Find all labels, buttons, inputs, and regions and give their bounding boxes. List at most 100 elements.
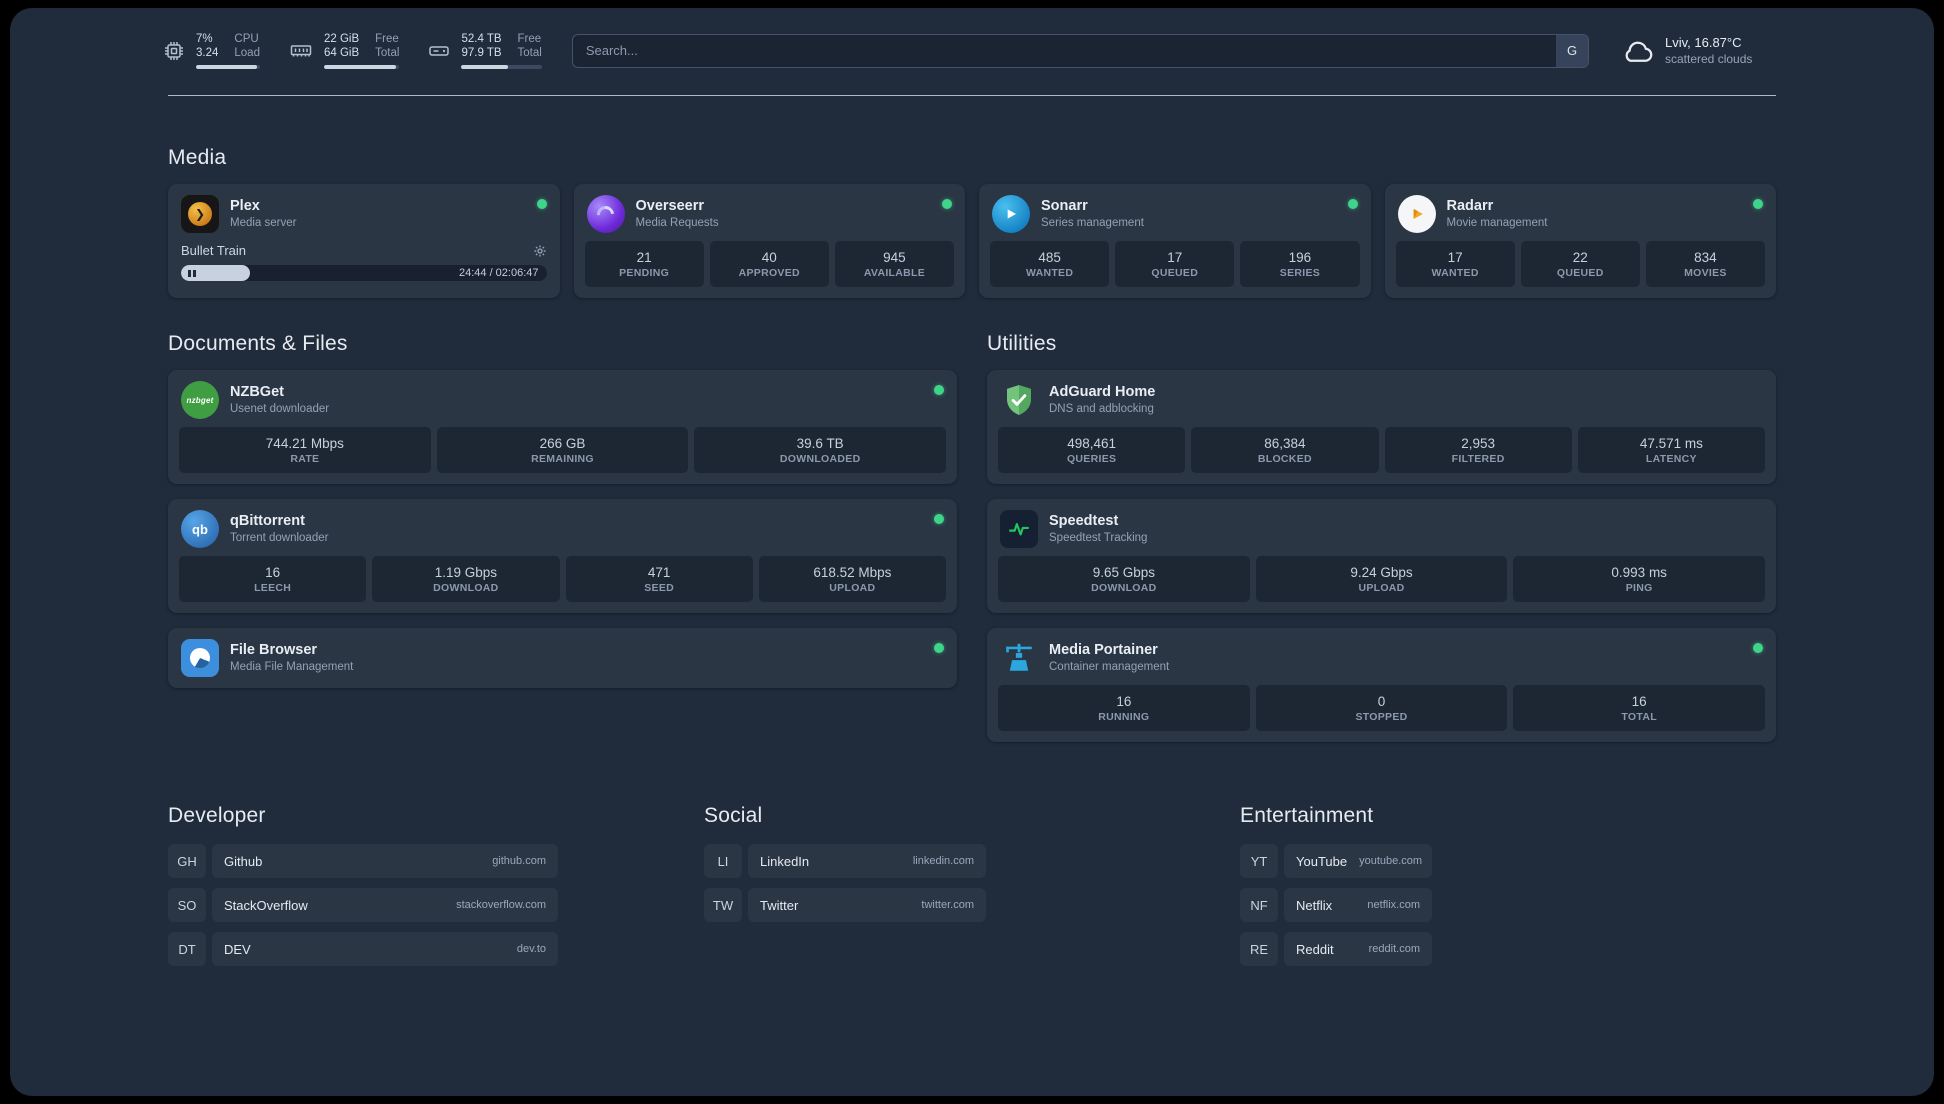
qbittorrent-icon: qb (181, 510, 219, 548)
stat-value: 485 (1038, 249, 1061, 265)
bookmark-youtube[interactable]: YT YouTube youtube.com (1240, 844, 1432, 878)
service-name: Sonarr (1041, 198, 1088, 214)
stat-label: RUNNING (1098, 710, 1150, 723)
search-bar: G (571, 33, 1589, 68)
cpu-chip-icon (165, 41, 183, 60)
speedtest-pulse-icon (1000, 510, 1038, 548)
disk-icon (429, 45, 450, 56)
metric-value: 3.24 (196, 47, 219, 59)
bookmark-abbr: DT (168, 932, 206, 966)
bookmark-stackoverflow[interactable]: SO StackOverflow stackoverflow.com (168, 888, 558, 922)
service-name: qBittorrent (230, 513, 305, 529)
stat-value: 47.571 ms (1639, 435, 1703, 451)
bookmark-domain: stackoverflow.com (456, 899, 546, 911)
stat-box: 16 TOTAL (1513, 685, 1766, 731)
stat-label: RATE (290, 452, 320, 465)
search-input[interactable] (571, 33, 1589, 68)
stat-value: 16 (265, 564, 281, 580)
radarr-icon (1397, 195, 1436, 233)
weather-condition: scattered clouds (1665, 51, 1753, 66)
weather-location: Lviv, 16.87°C (1665, 34, 1742, 50)
service-name: Speedtest (1049, 513, 1119, 529)
service-card-nzbget: nzbget NZBGet Usenet downloader 744.21 M… (168, 370, 957, 484)
service-card-speedtest: Speedtest Speedtest Tracking 9.65 Gbps D… (987, 499, 1776, 613)
bookmarks-grid: Developer GH Github github.com SO StackO… (168, 804, 1776, 966)
disk-usage-bar (461, 65, 542, 69)
stat-box: 266 GB REMAINING (436, 427, 689, 473)
stat-box: 9.65 Gbps DOWNLOAD (998, 556, 1250, 602)
bookmark-domain: reddit.com (1368, 943, 1420, 955)
portainer-header[interactable]: Media Portainer Container management (987, 628, 1776, 685)
settings-gear-icon[interactable] (533, 244, 547, 258)
stat-value: 17 (1167, 249, 1183, 265)
sonarr-icon (992, 195, 1030, 233)
section-developer: Developer GH Github github.com SO StackO… (168, 804, 704, 966)
bookmark-linkedin[interactable]: LI LinkedIn linkedin.com (704, 844, 986, 878)
top-bar: 7% 3.24 CPU Load 22 GiB 64 GiB Free Tota… (10, 8, 1934, 69)
metric-label: Free (517, 33, 542, 45)
metric-value: 64 GiB (323, 47, 360, 59)
bookmark-twitter[interactable]: TW Twitter twitter.com (704, 888, 986, 922)
metric-value: 22 GiB (323, 33, 360, 45)
service-description: Container management (1049, 661, 1170, 673)
qbittorrent-header[interactable]: qb qBittorrent Torrent downloader (168, 499, 957, 556)
stat-box: 0.993 ms PING (1513, 556, 1766, 602)
plex-now-playing-widget: Bullet Train 24:44 / 02:06:47 (168, 241, 560, 293)
sonarr-header[interactable]: Sonarr Series management (979, 184, 1371, 241)
bookmark-name: Twitter (760, 897, 799, 913)
bookmark-reddit[interactable]: RE Reddit reddit.com (1240, 932, 1432, 966)
stat-label: QUEUED (1151, 266, 1199, 279)
speedtest-header[interactable]: Speedtest Speedtest Tracking (987, 499, 1776, 556)
stat-box: 498,461 QUERIES (998, 427, 1186, 473)
status-dot (1753, 643, 1763, 653)
service-card-plex: ❯ Plex Media server Bullet Train 24:44 /… (168, 184, 560, 298)
stat-label: WANTED (1431, 266, 1479, 279)
stat-value: 21 (636, 249, 652, 265)
bookmark-netflix[interactable]: NF Netflix netflix.com (1240, 888, 1432, 922)
radarr-header[interactable]: Radarr Movie management (1385, 184, 1777, 241)
stat-value: 618.52 Mbps (813, 564, 892, 580)
stat-box: 16 RUNNING (998, 685, 1250, 731)
service-description: Speedtest Tracking (1049, 532, 1148, 544)
stat-value: 16 (1116, 693, 1132, 709)
stat-label: MOVIES (1684, 266, 1727, 279)
bookmark-domain: linkedin.com (912, 855, 974, 867)
bookmark-dev[interactable]: DT DEV dev.to (168, 932, 558, 966)
bookmark-github[interactable]: GH Github github.com (168, 844, 558, 878)
bookmark-domain: twitter.com (921, 899, 974, 911)
weather-widget[interactable]: Lviv, 16.87°C scattered clouds (1619, 33, 1784, 69)
plex-header[interactable]: ❯ Plex Media server (168, 184, 560, 241)
status-dot (942, 199, 952, 209)
search-provider-button[interactable]: G (1556, 34, 1588, 67)
stat-value: 2,953 (1461, 435, 1496, 451)
nzbget-header[interactable]: nzbget NZBGet Usenet downloader (168, 370, 957, 427)
bookmark-abbr: TW (704, 888, 742, 922)
service-name: Overseerr (635, 198, 705, 214)
service-description: Torrent downloader (230, 532, 329, 544)
stat-label: DOWNLOAD (433, 581, 499, 594)
bookmark-name: LinkedIn (760, 853, 810, 869)
stat-box: 17 WANTED (1395, 241, 1515, 287)
stat-box: 2,953 FILTERED (1384, 427, 1572, 473)
stat-label: QUEUED (1556, 266, 1604, 279)
now-playing-title: Bullet Train (181, 243, 247, 258)
section-title: Developer (168, 804, 266, 827)
stat-box: 945 AVAILABLE (834, 241, 955, 287)
service-card-sonarr: Sonarr Series management 485 WANTED 17 Q… (979, 184, 1371, 298)
adguard-header[interactable]: AdGuard Home DNS and adblocking (987, 370, 1776, 427)
overseerr-header[interactable]: Overseerr Media Requests (574, 184, 966, 241)
service-card-adguard: AdGuard Home DNS and adblocking 498,461 … (987, 370, 1776, 484)
stat-label: FILTERED (1451, 452, 1505, 465)
stat-value: 196 (1288, 249, 1312, 265)
playback-progress-bar[interactable]: 24:44 / 02:06:47 (181, 265, 547, 281)
stat-value: 471 (647, 564, 671, 580)
status-dot (934, 514, 944, 524)
stat-label: UPLOAD (1358, 581, 1405, 594)
filebrowser-icon (181, 639, 219, 677)
stat-box: 834 MOVIES (1645, 241, 1766, 287)
dashboard-content: Media ❯ Plex Media server Bullet Train 2… (10, 146, 1934, 966)
section-media: Media ❯ Plex Media server Bullet Train 2… (168, 146, 1776, 298)
filebrowser-header[interactable]: File Browser Media File Management (168, 628, 957, 688)
stat-value: 1.19 Gbps (434, 564, 498, 580)
stat-label: STOPPED (1355, 710, 1408, 723)
